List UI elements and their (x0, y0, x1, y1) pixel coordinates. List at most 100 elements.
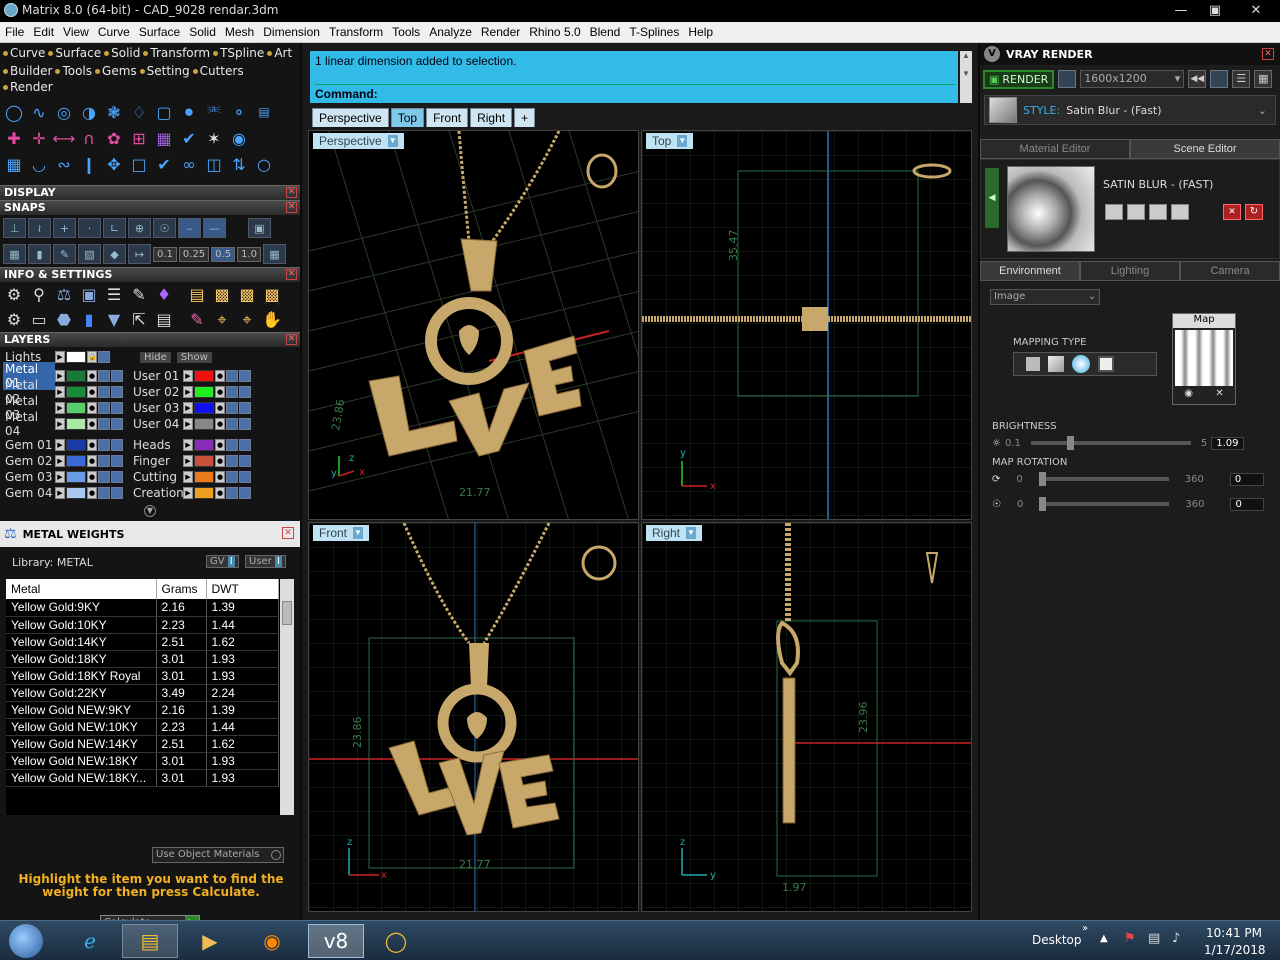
menu-edit[interactable]: Edit (28, 25, 58, 39)
lock-icon[interactable]: ● (87, 370, 97, 382)
sphere-tool-icon[interactable]: ○ (253, 153, 275, 175)
cube2-icon[interactable]: ⬣ (53, 309, 75, 331)
prop3-icon[interactable]: ▩ (261, 284, 283, 306)
render-options-icon[interactable] (1058, 70, 1077, 88)
snaps-header[interactable]: SNAPS ✕ (0, 200, 300, 215)
snap-disable-icon[interactable]: ▣ (248, 218, 271, 238)
settings-gear-icon[interactable]: ⚙ (3, 284, 25, 306)
mapping-plane-icon[interactable] (1026, 357, 1040, 371)
library-icon[interactable] (1127, 204, 1145, 220)
mapping-cube-icon[interactable] (1048, 356, 1064, 372)
layer-color-swatch[interactable] (194, 418, 214, 430)
layout-tool-icon[interactable]: ▤ (253, 101, 275, 123)
use-object-materials-toggle[interactable]: Use Object Materials (152, 847, 284, 863)
close-icon[interactable]: ✕ (1262, 48, 1274, 60)
render-toggle[interactable] (239, 402, 251, 414)
menu-analyze[interactable]: Analyze (424, 25, 476, 39)
menu-solid[interactable]: Solid (184, 25, 220, 39)
layer-color-swatch[interactable] (66, 455, 86, 467)
tab-camera[interactable]: Camera (1180, 261, 1280, 281)
map-thumb[interactable] (1175, 330, 1233, 386)
layer-name[interactable]: Finger (131, 454, 183, 468)
menu-curve[interactable]: Curve (93, 25, 134, 39)
prop-icon[interactable]: ▩ (211, 284, 233, 306)
tray-up-icon[interactable]: ▲ (1100, 933, 1108, 944)
target-icon[interactable]: ⌖ (211, 309, 233, 331)
split-tool-icon[interactable]: ❙ (78, 153, 100, 175)
render-toggle[interactable] (239, 487, 251, 499)
bend-tool-icon[interactable]: ∩ (78, 127, 100, 149)
layer-color-swatch[interactable] (66, 487, 86, 499)
grid-view-icon[interactable]: ▦ (1254, 70, 1273, 88)
firefox-icon[interactable]: ◉ (244, 924, 300, 958)
array-tool-icon[interactable]: ⟷ (53, 127, 76, 149)
viewport-label-perspective[interactable]: Perspective ▼ (313, 133, 404, 149)
lock-icon[interactable]: ● (215, 370, 225, 382)
table-row[interactable]: Yellow Gold NEW:14KY 2.51 1.62 (6, 735, 279, 753)
expand-arrow-icon[interactable]: ▶ (183, 418, 193, 430)
tray-flag-icon[interactable]: ⚑ (1124, 931, 1136, 946)
layer-color-swatch[interactable] (194, 370, 214, 382)
tab-scene-editor[interactable]: Scene Editor (1130, 139, 1280, 159)
visibility-toggle[interactable] (226, 439, 238, 451)
visibility-toggle[interactable] (98, 386, 110, 398)
visibility-toggle[interactable] (226, 471, 238, 483)
expand-arrow-icon[interactable]: ▶ (183, 386, 193, 398)
snap-mid-icon[interactable]: · (78, 218, 101, 238)
viewport-top[interactable]: Top ▼ 35.47 y x (641, 130, 972, 520)
layer-color-swatch[interactable] (194, 455, 214, 467)
rotation-value-2[interactable]: 0 (1230, 497, 1265, 511)
show-button[interactable]: Show (176, 351, 212, 363)
menu-transform[interactable]: Transform (324, 25, 387, 39)
prev-icon[interactable]: ◀◀ (1188, 70, 1207, 88)
lock-icon[interactable]: ● (215, 455, 225, 467)
viewport-label-front[interactable]: Front ▼ (313, 525, 370, 541)
info-settings-header[interactable]: INFO & SETTINGS ✕ (0, 267, 300, 282)
visibility-toggle[interactable] (226, 370, 238, 382)
resolution-select[interactable]: 1600x1200 ▾ (1080, 70, 1185, 88)
render-toggle[interactable] (111, 487, 123, 499)
tab-setting[interactable]: Setting (139, 63, 190, 79)
menu-dimension[interactable]: Dimension (258, 25, 324, 39)
map-remove-icon[interactable]: ✕ (1215, 388, 1223, 399)
tab-surface[interactable]: Surface (48, 45, 101, 61)
close-icon[interactable]: ✕ (286, 187, 297, 198)
expand-arrow-icon[interactable]: ▶ (55, 487, 65, 499)
target2-icon[interactable]: ⌖ (236, 309, 258, 331)
visibility-toggle[interactable] (226, 402, 238, 414)
menu-mesh[interactable]: Mesh (220, 25, 258, 39)
tab-solid[interactable]: Solid (104, 45, 140, 61)
expand-arrow-icon[interactable]: ▶ (55, 455, 65, 467)
box-icon[interactable]: ▣ (78, 284, 100, 306)
visibility-toggle[interactable] (226, 386, 238, 398)
menu-blend[interactable]: Blend (585, 25, 625, 39)
tab-cutters[interactable]: Cutters (192, 63, 244, 79)
stone-tool-icon[interactable]: ⚬ (228, 101, 250, 123)
list-icon[interactable]: ☰ (103, 284, 125, 306)
layer-color-swatch[interactable] (194, 487, 214, 499)
command-prompt[interactable]: Command: (315, 84, 955, 101)
gv-toggle[interactable]: GV I (206, 555, 239, 568)
style-selector[interactable]: STYLE: Satin Blur - (Fast) ⌄ (984, 95, 1276, 125)
menu-tools[interactable]: Tools (387, 25, 424, 39)
select-icon[interactable]: ⇱ (128, 309, 150, 331)
render-toggle[interactable] (239, 455, 251, 467)
lock-icon[interactable]: ● (215, 402, 225, 414)
lock-icon[interactable]: ● (215, 439, 225, 451)
gem-tool-icon[interactable]: ♢ (128, 101, 150, 123)
tab-transform[interactable]: Transform (143, 45, 210, 61)
bail-tool-icon[interactable]: ⎃ (203, 101, 225, 123)
render-toggle[interactable] (239, 370, 251, 382)
tray-volume-icon[interactable]: ♪ (1172, 931, 1180, 946)
maximize-button[interactable]: ▣ (1198, 0, 1232, 20)
brightness-value[interactable]: 1.09 (1211, 436, 1244, 450)
table-row[interactable]: Yellow Gold:10KY 2.23 1.44 (6, 616, 279, 634)
edit-icon[interactable]: ✎ (128, 284, 150, 306)
media-player-icon[interactable]: ▶ (182, 924, 238, 958)
grid-snap-icon[interactable]: ▦ (3, 244, 26, 264)
clock-date[interactable]: 1/17/2018 (1204, 943, 1266, 957)
tab-tools[interactable]: Tools (55, 63, 92, 79)
snap-point-icon[interactable]: + (53, 218, 76, 238)
frame-buffer-icon[interactable] (1210, 70, 1229, 88)
lock-icon[interactable]: ● (87, 402, 97, 414)
